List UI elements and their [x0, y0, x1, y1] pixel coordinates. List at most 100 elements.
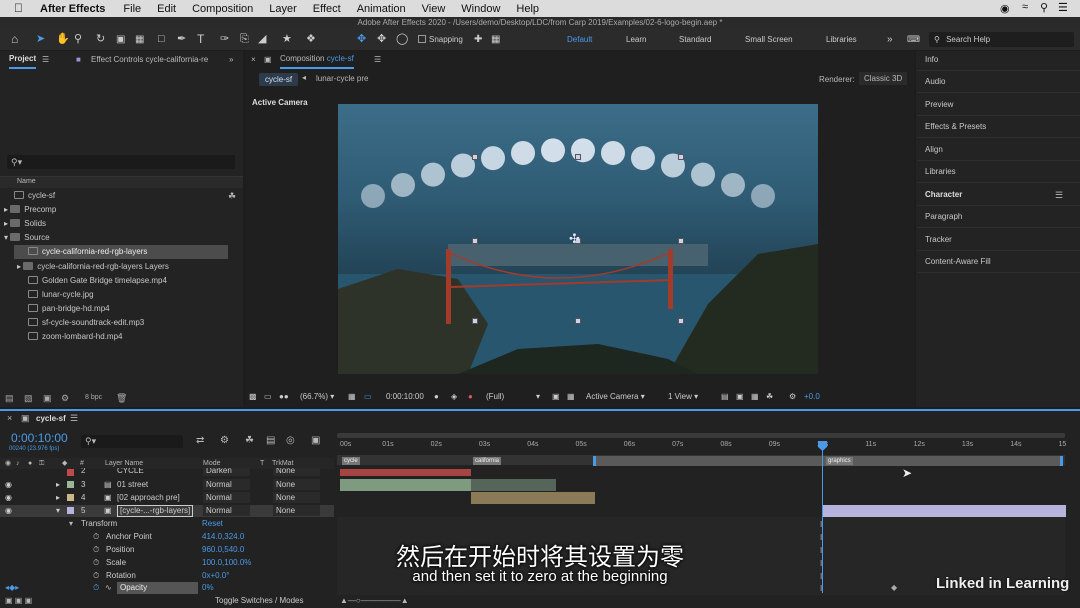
layer-visibility-icon[interactable]: ◉: [5, 479, 12, 491]
shy-layers-icon[interactable]: ☘: [245, 435, 254, 446]
layer-visibility-icon[interactable]: ◉: [5, 505, 12, 517]
layer-name[interactable]: CYCLE: [117, 468, 144, 476]
transform-handle[interactable]: [472, 238, 478, 244]
search-icon[interactable]: ⚲: [1040, 1, 1048, 14]
panel-tracker[interactable]: Tracker: [917, 229, 1080, 251]
transform-handle[interactable]: [575, 318, 581, 324]
type-tool-icon[interactable]: T: [197, 29, 204, 50]
track-bar-layer-5[interactable]: [823, 505, 1066, 517]
more-workspaces-icon[interactable]: »: [887, 29, 893, 50]
menu-layer[interactable]: Layer: [269, 3, 297, 15]
layer-trkmat-dropdown[interactable]: None: [273, 479, 320, 490]
layer-name[interactable]: [cycle-...-rgb-layers]: [117, 505, 194, 517]
tab-effect-controls[interactable]: Effect Controls cycle-california-re: [91, 51, 211, 69]
roto-brush-tool-icon[interactable]: ★: [282, 29, 292, 50]
transform-handle[interactable]: [678, 238, 684, 244]
project-menu-icon[interactable]: ☰: [42, 51, 49, 69]
toggle-pixel-aspect-icon[interactable]: ▤: [721, 389, 729, 405]
transform-expand-icon[interactable]: ▾: [69, 518, 73, 530]
layer-label-color[interactable]: [67, 481, 74, 488]
puppet-tool-icon[interactable]: ❖: [306, 29, 316, 50]
panel-paragraph[interactable]: Paragraph: [917, 206, 1080, 228]
resolution-arrow-icon[interactable]: ▾: [536, 389, 540, 405]
panel-effects-presets[interactable]: Effects & Presets: [917, 116, 1080, 138]
pen-tool-icon[interactable]: ✒: [177, 29, 186, 50]
layer-mode-dropdown[interactable]: Darken: [203, 468, 250, 476]
mask-visibility-icon[interactable]: ▭: [364, 389, 372, 405]
renderer-dropdown[interactable]: Classic 3D: [859, 72, 908, 85]
reset-exposure-icon[interactable]: ⚙: [789, 389, 796, 405]
project-item-cycle-sf[interactable]: cycle-sf: [0, 189, 55, 203]
project-column-header[interactable]: Name: [0, 176, 243, 188]
panel-info[interactable]: Info: [917, 49, 1080, 71]
transform-handle[interactable]: [678, 318, 684, 324]
workspace-libraries[interactable]: Libraries: [826, 29, 857, 50]
close-tab-icon[interactable]: ×: [251, 51, 256, 69]
keyboard-icon[interactable]: ⌨: [907, 29, 920, 50]
layer-name[interactable]: [02 approach pre]: [117, 492, 180, 504]
motion-blur-icon[interactable]: ◎: [286, 435, 295, 446]
exposure-value[interactable]: +0.0: [804, 389, 820, 405]
flowchart-view-icon[interactable]: ☘: [766, 389, 773, 405]
menu-file[interactable]: File: [123, 3, 141, 15]
clone-tool-icon[interactable]: ⎘: [240, 29, 249, 50]
menu-view[interactable]: View: [422, 3, 446, 15]
panel-align[interactable]: Align: [917, 139, 1080, 161]
grid-icon[interactable]: ▦: [348, 389, 356, 405]
project-item-footage[interactable]: zoom-lombard-hd.mp4: [0, 330, 122, 344]
layer-row-selected[interactable]: ◉ ▾ 5 ▣ [cycle-...-rgb-layers] Normal No…: [0, 505, 334, 517]
panel-audio[interactable]: Audio: [917, 71, 1080, 93]
color-channel-icon[interactable]: ●: [468, 389, 473, 405]
axis-local-icon[interactable]: ✥: [357, 29, 366, 50]
project-item-footage[interactable]: Golden Gate Bridge timelapse.mp4: [0, 274, 167, 288]
project-item-source[interactable]: ▾ Source: [0, 231, 50, 245]
layer-label-color[interactable]: [67, 507, 74, 514]
breadcrumb-cycle-sf[interactable]: cycle-sf: [259, 73, 299, 86]
new-folder-icon[interactable]: ▧: [24, 389, 33, 407]
brush-tool-icon[interactable]: ✑: [220, 29, 229, 50]
new-comp-icon[interactable]: ▣: [43, 389, 52, 407]
transform-reset[interactable]: Reset: [202, 518, 223, 530]
snapping-checkbox[interactable]: Snapping: [418, 29, 463, 50]
transform-handle[interactable]: [472, 154, 478, 160]
track-bar-layer-4[interactable]: [471, 492, 595, 504]
expand-arrow-icon[interactable]: ▸: [17, 262, 21, 271]
axis-view-icon[interactable]: ◯: [396, 29, 408, 50]
interpret-footage-icon[interactable]: ▤: [5, 389, 14, 407]
menu-edit[interactable]: Edit: [157, 3, 176, 15]
composition-menu-icon[interactable]: ☰: [374, 51, 381, 69]
project-item-audio[interactable]: sf-cycle-soundtrack-edit.mp3: [0, 316, 144, 330]
timeline-menu-icon[interactable]: ☰: [70, 413, 78, 424]
tab-timeline-cycle-sf[interactable]: cycle-sf: [36, 414, 66, 423]
timeline-search-field[interactable]: ⚲▾: [81, 435, 183, 448]
workspace-learn[interactable]: Learn: [626, 29, 646, 50]
tab-project[interactable]: Project: [9, 51, 37, 69]
transform-handle[interactable]: [678, 154, 684, 160]
project-item-precomp[interactable]: ▸ Precomp: [0, 203, 56, 217]
zoom-dropdown[interactable]: (66.7%) ▾: [300, 389, 334, 405]
rotate-tool-icon[interactable]: ↻: [96, 29, 105, 50]
selection-tool-icon[interactable]: ➤: [36, 29, 45, 50]
time-navigator[interactable]: [337, 433, 1065, 438]
marker-california[interactable]: california: [473, 457, 502, 465]
axis-world-icon[interactable]: ✥: [377, 29, 386, 50]
snap-options-icon[interactable]: ✚: [474, 29, 482, 50]
track-bar-layer-3-end[interactable]: [471, 479, 556, 491]
transform-group[interactable]: Transform: [81, 518, 117, 530]
camera-view-dropdown[interactable]: Active Camera ▾: [586, 389, 645, 405]
menu-animation[interactable]: Animation: [357, 3, 406, 15]
vr-icon[interactable]: ●●: [279, 389, 289, 405]
snap-grid-icon[interactable]: ▦: [491, 29, 500, 50]
layer-row[interactable]: ◉ ▸ 3 ▤ 01 street Normal None: [0, 479, 334, 491]
toggle-switches-modes[interactable]: Toggle Switches / Modes: [215, 596, 304, 605]
expand-arrow-icon[interactable]: ▸: [4, 219, 8, 228]
panel-preview[interactable]: Preview: [917, 94, 1080, 116]
layer-switches-icon[interactable]: ▣ ▣ ▣: [5, 596, 32, 605]
layer-label-color[interactable]: [67, 494, 74, 501]
track-bar-layer-2[interactable]: [340, 469, 471, 476]
transparency-grid-icon[interactable]: ▦: [567, 389, 575, 405]
hand-tool-icon[interactable]: ✋: [56, 29, 70, 50]
frame-blending-icon[interactable]: ▤: [266, 435, 275, 446]
zoom-slider[interactable]: ▲—○—————▲: [340, 596, 409, 605]
breadcrumb-lunar-cycle[interactable]: lunar-cycle pre: [316, 74, 368, 83]
